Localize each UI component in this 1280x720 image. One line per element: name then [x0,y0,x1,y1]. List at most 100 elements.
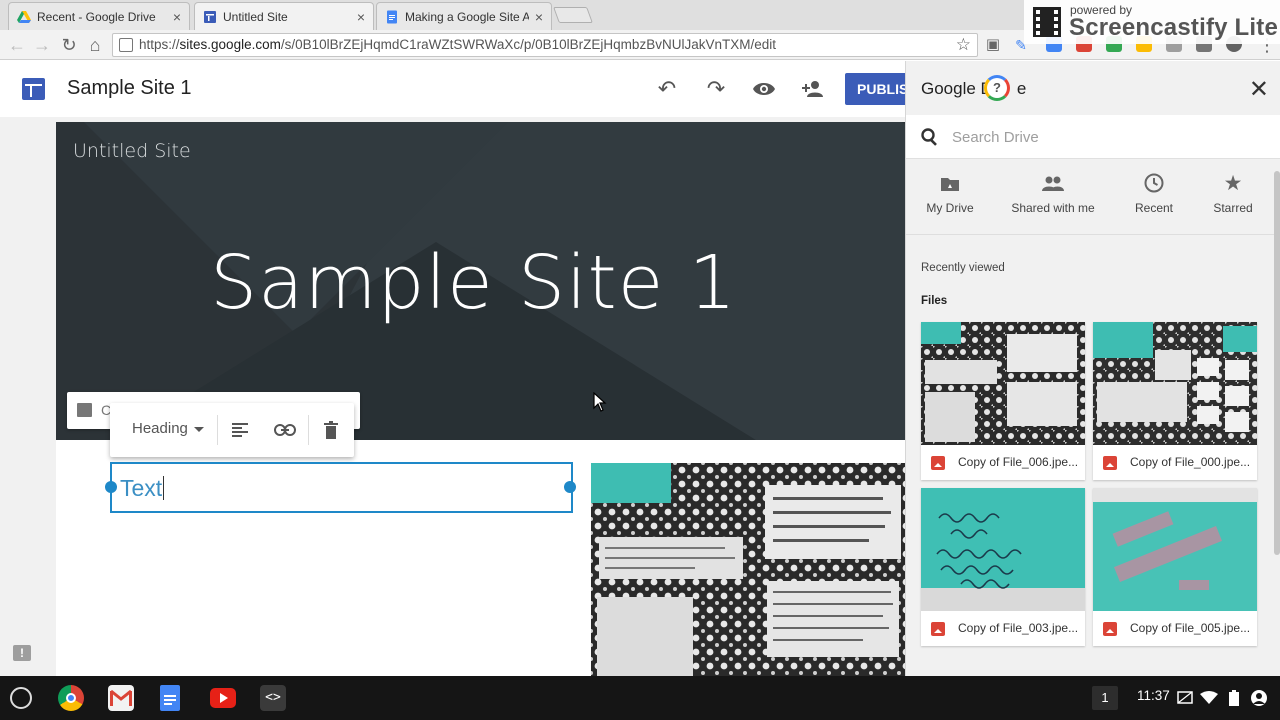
file-thumbnail [1093,322,1257,445]
battery-icon[interactable] [1229,690,1239,706]
image-file-icon [931,456,945,470]
insert-link-icon[interactable] [272,417,298,443]
home-icon[interactable]: ⌂ [84,34,106,56]
redo-icon[interactable]: ↷ [702,75,730,103]
banner-title[interactable]: Sample Site 1 [56,240,905,326]
code-editor-app-icon[interactable]: <> [260,685,286,711]
file-name: Copy of File_003.jpe... [921,611,1085,646]
tab-recent-google-drive[interactable]: Recent - Google Drive × [8,2,190,30]
google-docs-app-icon[interactable] [160,685,180,711]
film-strip-icon [1033,7,1061,37]
google-sites-logo-icon[interactable] [22,78,45,100]
wifi-icon[interactable] [1200,691,1218,705]
sites-app-bar: Sample Site 1 ↶ ↷ PUBLISH [0,61,909,117]
screen-icon[interactable] [1177,691,1193,705]
undo-icon[interactable]: ↶ [653,75,681,103]
image-file-icon [1103,622,1117,636]
user-avatar-icon[interactable] [1250,689,1268,707]
files-section-label: Files [921,295,948,307]
my-drive-icon [906,171,994,195]
tab-untitled-site[interactable]: Untitled Site × [194,2,374,30]
resize-handle-right[interactable] [564,481,576,493]
share-add-person-icon[interactable] [799,75,827,103]
chevron-down-icon[interactable] [194,427,204,432]
text-cursor [163,476,165,500]
tab-label: My Drive [926,201,974,215]
publish-button[interactable]: PUBLISH [845,73,909,105]
mouse-pointer-icon [593,392,607,412]
search-drive-input[interactable] [952,125,1252,149]
file-card[interactable]: Copy of File_005.jpe... [1093,488,1257,646]
resize-handle-left[interactable] [105,481,117,493]
tab-title: Untitled Site [223,9,288,24]
divider [906,234,1280,235]
tab-my-drive[interactable]: My Drive [906,171,994,215]
tab-label: Starred [1213,201,1253,215]
shared-icon [1009,171,1097,195]
tab-close-icon[interactable]: × [535,9,543,25]
url-domain: sites.google.com [179,37,281,52]
tab-label: Shared with me [1011,201,1095,215]
image-file-icon [1103,456,1117,470]
file-card[interactable]: Copy of File_003.jpe... [921,488,1085,646]
file-thumbnail [921,322,1085,445]
site-image[interactable] [591,463,905,676]
clock-icon [1110,171,1198,195]
feedback-icon[interactable]: ! [13,645,31,661]
tab-starred[interactable]: ★ Starred [1189,171,1277,215]
text-format-toolbar: Heading [110,403,354,457]
image-file-icon [931,622,945,636]
star-icon: ★ [1223,172,1243,195]
file-thumbnail [921,488,1085,611]
file-card[interactable]: Copy of File_006.jpe... [921,322,1085,480]
file-name: Copy of File_005.jpe... [1093,611,1257,646]
notification-count-badge[interactable]: 1 [1092,686,1118,710]
back-arrow-icon[interactable]: ← [6,34,28,56]
tab-label: Recent [1134,201,1174,215]
bookmark-star-icon[interactable]: ☆ [956,34,971,56]
delete-trash-icon[interactable] [318,417,344,443]
file-name: Copy of File_000.jpe... [1093,445,1257,480]
gmail-app-icon[interactable] [108,685,134,711]
tab-recent[interactable]: Recent [1110,171,1198,215]
page-info-icon[interactable] [119,38,133,52]
tab-close-icon[interactable]: × [173,9,181,25]
new-tab-button[interactable] [553,7,593,23]
help-icon[interactable]: ? [984,75,1010,101]
divider [217,415,218,445]
preview-eye-icon[interactable] [750,75,778,103]
os-shelf: <> 1 11:37 [0,676,1280,720]
system-clock[interactable]: 11:37 [1137,688,1170,703]
tab-title: Recent - Google Drive [37,9,156,24]
drive-search [906,115,1280,159]
file-name: Copy of File_006.jpe... [921,445,1085,480]
watermark-name: Screencastify Lite [1069,14,1279,41]
site-name[interactable]: Sample Site 1 [67,77,192,100]
address-bar[interactable]: https://sites.google.com/s/0B10lBrZEjHqm… [112,33,978,57]
cast-icon[interactable]: ▣ [982,34,1004,56]
google-drive-icon [17,10,31,23]
align-left-icon[interactable] [227,417,253,443]
forward-arrow-icon[interactable]: → [31,34,53,56]
launcher-icon[interactable] [10,687,32,709]
close-icon[interactable]: ✕ [1249,75,1269,104]
file-thumbnail [1093,488,1257,611]
search-icon [921,128,937,146]
google-drive-panel: Google De ? ✕ My Drive Shared with me Re… [905,61,1280,676]
text-box-value[interactable]: Text [120,475,165,502]
tab-making-a-google-site[interactable]: Making a Google Site Ab × [376,2,552,30]
drive-panel-header: Google De ? ✕ [906,61,1280,115]
youtube-app-icon[interactable] [210,688,236,708]
drive-panel-scrollbar[interactable] [1274,171,1280,555]
chrome-app-icon[interactable] [58,685,84,711]
site-title-small[interactable]: Untitled Site [73,140,191,162]
tab-close-icon[interactable]: × [357,9,365,25]
url-path: /s/0B10lBrZEjHqmdC1raWZtSWRWaXc/p/0B10lB… [280,37,776,52]
text-style-dropdown[interactable]: Heading [132,420,188,437]
image-icon [77,403,92,417]
reload-icon[interactable]: ↻ [58,34,80,56]
tab-shared-with-me[interactable]: Shared with me [1009,171,1097,215]
text-box[interactable]: Text [110,462,573,513]
screencastify-watermark: powered by Screencastify Lite [1024,0,1280,44]
file-card[interactable]: Copy of File_000.jpe... [1093,322,1257,480]
